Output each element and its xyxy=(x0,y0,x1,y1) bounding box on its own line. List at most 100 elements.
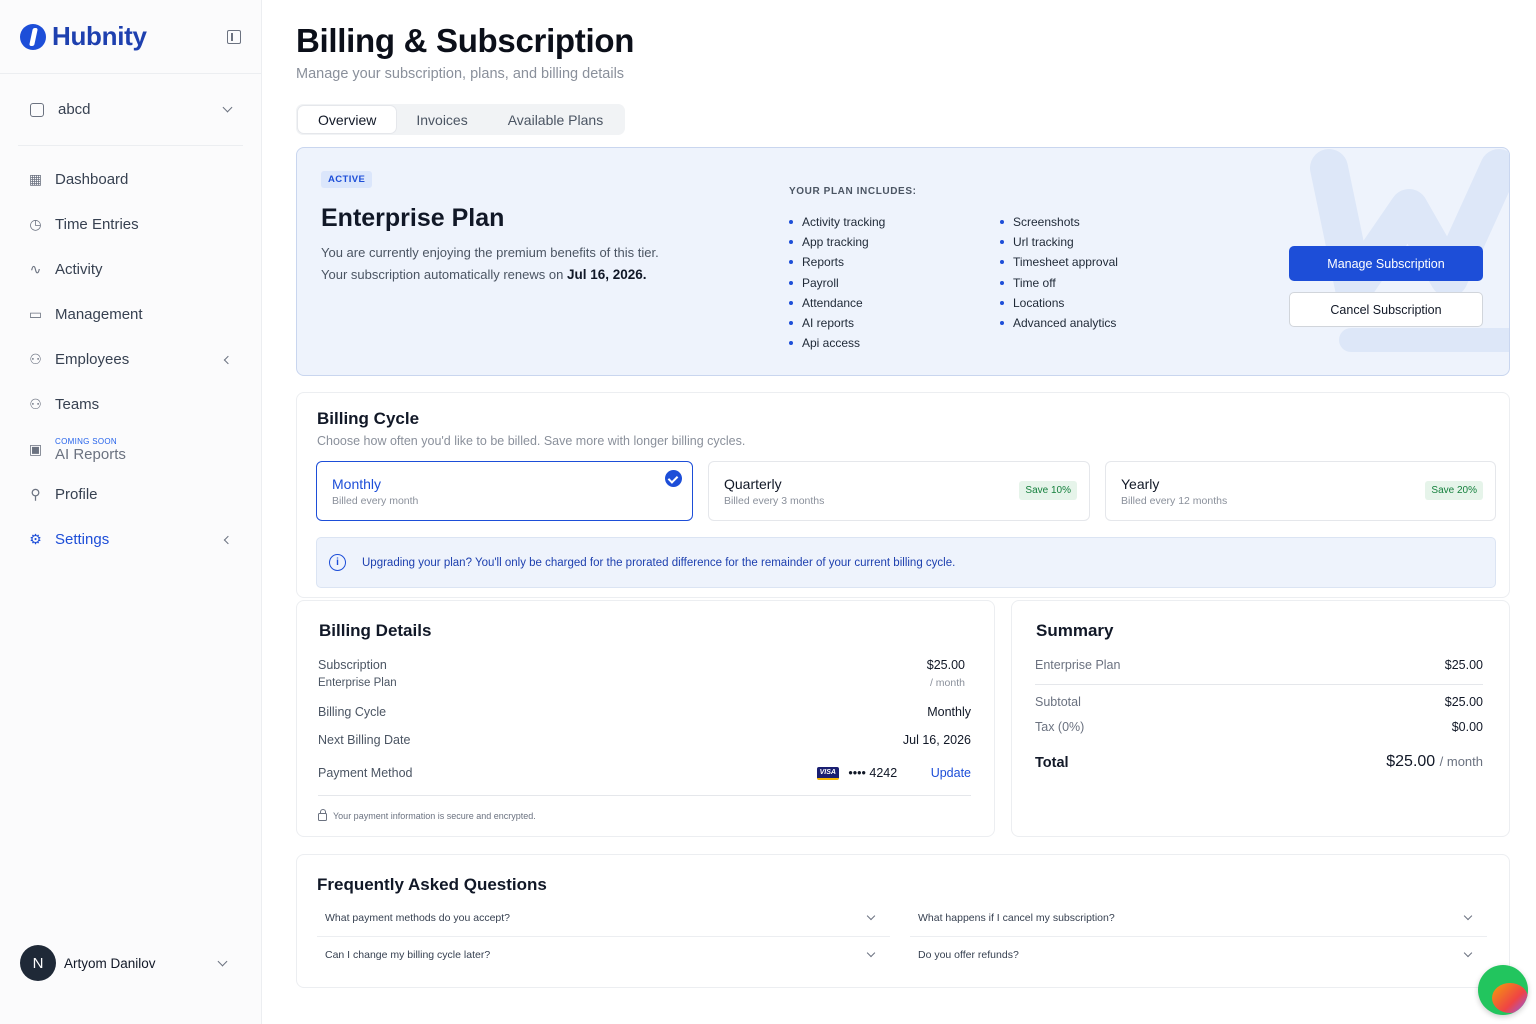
workspace-selector[interactable]: abcd xyxy=(18,74,243,146)
summary-plan-value: $25.00 xyxy=(1444,658,1483,672)
info-icon: i xyxy=(329,554,346,571)
brand-name: Hubnity xyxy=(52,21,147,51)
sidebar-item-profile[interactable]: ⚲ Profile xyxy=(0,472,261,517)
faq-question: Do you offer refunds? xyxy=(918,948,1019,961)
feature-item: AI reports xyxy=(789,313,885,333)
chat-widget-button[interactable] xyxy=(1478,965,1528,1015)
user-name: Artyom Danilov xyxy=(64,955,156,971)
subscription-label: Subscription xyxy=(318,658,387,672)
divider xyxy=(1035,684,1483,685)
manage-subscription-button[interactable]: Manage Subscription xyxy=(1289,246,1483,281)
sidebar-item-teams[interactable]: ⚇ Teams xyxy=(0,382,261,427)
visa-card-icon: VISA xyxy=(816,767,839,781)
feature-item: Attendance xyxy=(789,293,885,313)
chevron-down-icon xyxy=(866,948,876,957)
total-unit: / month xyxy=(1439,754,1483,769)
sidebar-item-time-entries[interactable]: ◷ Time Entries xyxy=(0,202,261,247)
plan-description: You are currently enjoying the premium b… xyxy=(321,245,659,260)
billing-details-card: Billing Details Subscription Enterprise … xyxy=(296,600,995,837)
tab-invoices[interactable]: Invoices xyxy=(396,106,487,133)
chevron-down-icon xyxy=(866,911,876,920)
faq-question: What happens if I cancel my subscription… xyxy=(918,911,1115,924)
building-icon xyxy=(30,102,44,117)
summary-plan-row: Enterprise Plan $25.00 xyxy=(1035,658,1483,672)
summary-title: Summary xyxy=(1036,621,1114,640)
update-payment-link[interactable]: Update xyxy=(931,766,971,780)
cycle-option-yearly[interactable]: Yearly Billed every 12 months Save 20% xyxy=(1105,461,1496,521)
tab-available-plans[interactable]: Available Plans xyxy=(488,106,623,133)
feature-item: Activity tracking xyxy=(789,212,885,232)
faq-question: What payment methods do you accept? xyxy=(325,911,511,924)
current-plan-card: ACTIVE Enterprise Plan You are currently… xyxy=(296,147,1510,376)
billing-details-title: Billing Details xyxy=(319,621,432,640)
chevron-left-icon xyxy=(223,355,233,364)
activity-icon: ∿ xyxy=(29,261,42,277)
feature-item: Url tracking xyxy=(1000,232,1118,252)
user-menu[interactable]: N Artyom Danilov xyxy=(20,945,236,981)
subscription-plan: Enterprise Plan xyxy=(318,677,397,689)
feature-item: Advanced analytics xyxy=(1000,313,1118,333)
faq-item[interactable]: Can I change my billing cycle later? xyxy=(317,936,890,973)
tab-bar: Overview Invoices Available Plans xyxy=(296,104,626,135)
info-text: Upgrading your plan? You'll only be char… xyxy=(362,556,956,569)
total-label: Total xyxy=(1035,755,1069,771)
tax-label: Tax (0%) xyxy=(1035,720,1085,734)
feature-item: Locations xyxy=(1000,293,1118,313)
subtotal-row: Subtotal $25.00 xyxy=(1035,695,1483,709)
sidebar-item-dashboard[interactable]: ▦ Dashboard xyxy=(0,157,261,202)
cycle-option-monthly[interactable]: Monthly Billed every month xyxy=(316,461,693,521)
users-icon: ⚇ xyxy=(29,351,42,367)
faq-item[interactable]: What payment methods do you accept? xyxy=(317,899,890,936)
next-billing-label: Next Billing Date xyxy=(318,733,411,747)
sidebar-item-ai-reports[interactable]: ▣ COMING SOON AI Reports xyxy=(0,427,261,472)
sidebar-item-label: Profile xyxy=(55,486,98,503)
feature-list-2: Screenshots Url tracking Timesheet appro… xyxy=(1000,212,1118,333)
faq-item[interactable]: What happens if I cancel my subscription… xyxy=(910,899,1487,936)
faq-item[interactable]: Do you offer refunds? xyxy=(910,936,1487,973)
chevron-left-icon xyxy=(223,535,233,544)
summary-card: Summary Enterprise Plan $25.00 Subtotal … xyxy=(1011,600,1510,837)
chevron-down-icon xyxy=(217,956,228,966)
renewal-prefix: Your subscription automatically renews o… xyxy=(321,267,567,282)
sidebar-item-settings[interactable]: ⚙ Settings xyxy=(0,517,261,562)
cancel-subscription-button[interactable]: Cancel Subscription xyxy=(1289,292,1483,327)
history-icon: ◷ xyxy=(29,216,42,232)
billing-cycle-row: Billing Cycle Monthly xyxy=(318,705,971,719)
feature-item: App tracking xyxy=(789,232,885,252)
sidebar-item-employees[interactable]: ⚇ Employees xyxy=(0,337,261,382)
lock-icon xyxy=(318,809,327,821)
chevron-down-icon xyxy=(1463,948,1473,957)
chevron-down-icon xyxy=(222,102,233,113)
subtotal-value: $25.00 xyxy=(1444,695,1483,709)
billing-cycle-subtitle: Choose how often you'd like to be billed… xyxy=(317,434,746,448)
feature-item: Api access xyxy=(789,333,885,353)
save-badge: Save 20% xyxy=(1425,481,1483,500)
payment-method-row: Payment Method VISA •••• 4242 Update xyxy=(318,766,971,781)
feature-item: Screenshots xyxy=(1000,212,1118,232)
sidebar-collapse-icon[interactable] xyxy=(227,29,241,44)
tab-overview[interactable]: Overview xyxy=(298,106,397,133)
tax-value: $0.00 xyxy=(1451,720,1483,734)
card-number: •••• 4242 xyxy=(848,766,898,780)
billing-cycle-title: Billing Cycle xyxy=(317,409,420,428)
total-amount: $25.00 xyxy=(1386,753,1436,770)
total-value: $25.00 / month xyxy=(1386,753,1483,771)
option-title: Monthly xyxy=(332,476,382,492)
secure-note: Your payment information is secure and e… xyxy=(318,809,536,821)
gear-icon: ⚙ xyxy=(29,531,42,547)
sidebar-item-management[interactable]: ▭ Management xyxy=(0,292,261,337)
feature-item: Payroll xyxy=(789,273,885,293)
subscription-unit: / month xyxy=(929,677,965,689)
page-title: Billing & Subscription xyxy=(296,22,635,59)
proration-info-banner: i Upgrading your plan? You'll only be ch… xyxy=(316,537,1496,588)
sidebar-item-label: Activity xyxy=(55,261,103,278)
folder-icon: ▭ xyxy=(28,306,43,322)
billing-cycle-label: Billing Cycle xyxy=(318,705,387,719)
sidebar-item-activity[interactable]: ∿ Activity xyxy=(0,247,261,292)
subscription-price: $25.00 xyxy=(926,658,965,672)
feature-list-1: Activity tracking App tracking Reports P… xyxy=(789,212,885,353)
cycle-option-quarterly[interactable]: Quarterly Billed every 3 months Save 10% xyxy=(708,461,1090,521)
feature-item: Reports xyxy=(789,252,885,272)
status-badge: ACTIVE xyxy=(321,171,373,188)
summary-plan-label: Enterprise Plan xyxy=(1035,658,1121,672)
